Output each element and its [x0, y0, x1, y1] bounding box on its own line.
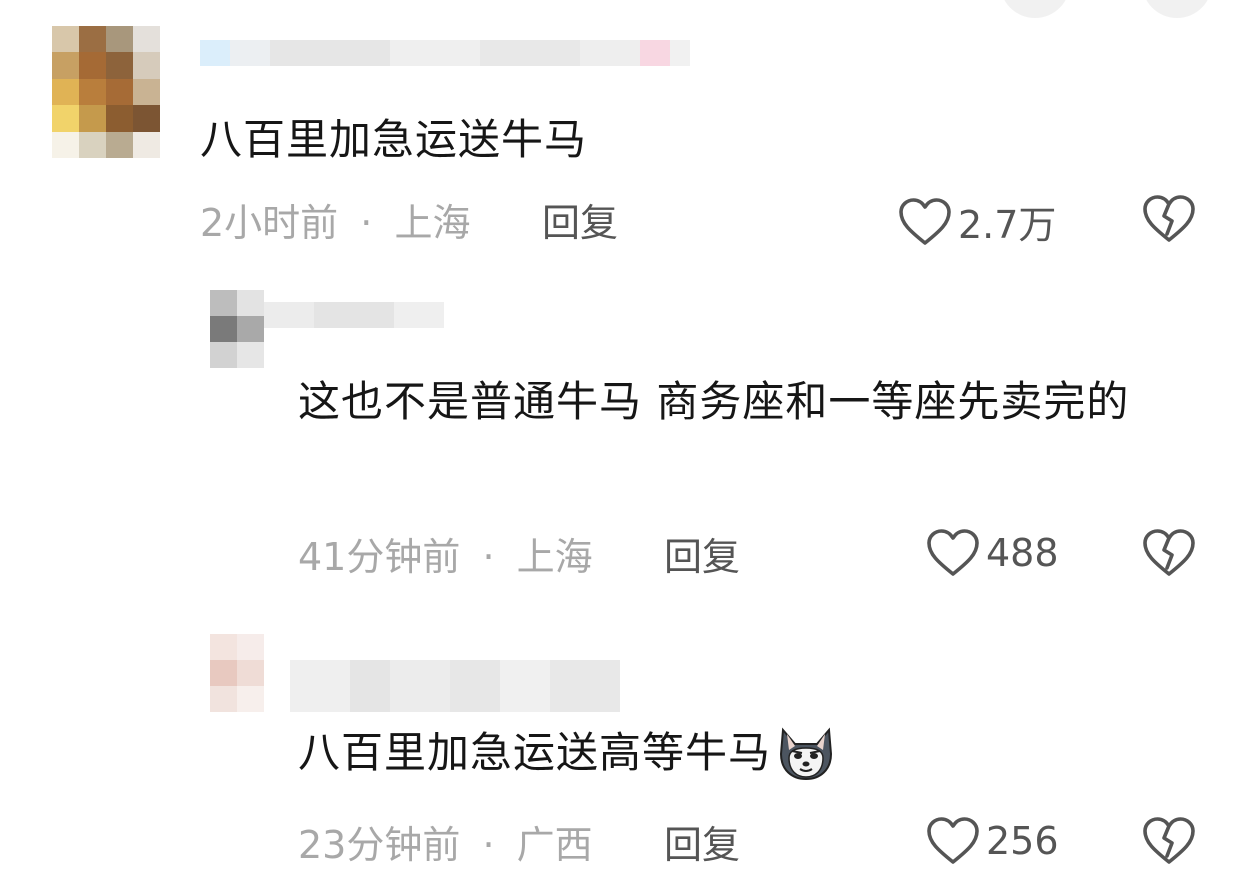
comment-meta: 2小时前 · 上海 — [200, 192, 470, 247]
comment-time: 23分钟前 — [298, 823, 461, 867]
comment-meta: 41分钟前 · 上海 — [298, 526, 593, 581]
broken-heart-icon[interactable] — [1142, 194, 1196, 244]
like-count: 2.7万 — [958, 203, 1057, 247]
reply-button[interactable]: 回复 — [664, 814, 740, 869]
reply-button[interactable]: 回复 — [664, 526, 740, 581]
meta-separator: · — [482, 823, 495, 867]
comment-location: 广西 — [516, 823, 593, 867]
comment-text: 八百里加急运送牛马 — [200, 115, 588, 164]
heart-outline-icon — [926, 816, 980, 866]
comment-location: 上海 — [394, 201, 471, 245]
comment-item: 八百里加急运送牛马 2小时前 · 上海 回复 2.7万 — [0, 0, 1260, 270]
comment-text: 这也不是普通牛马 商务座和一等座先卖完的 — [298, 377, 1130, 426]
comment-time: 2小时前 — [200, 201, 339, 245]
meta-separator: · — [482, 535, 495, 579]
comment-text-row: 八百里加急运送高等牛马 — [298, 724, 837, 782]
reply-button[interactable]: 回复 — [542, 192, 618, 247]
username-blurred[interactable] — [290, 660, 620, 712]
avatar[interactable] — [210, 290, 264, 368]
comment-time: 41分钟前 — [298, 535, 461, 579]
username-blurred[interactable] — [264, 302, 444, 328]
like-count: 488 — [986, 531, 1059, 575]
avatar[interactable] — [210, 634, 264, 712]
wolf-dog-face-icon — [775, 724, 837, 782]
broken-heart-icon[interactable] — [1142, 528, 1196, 578]
like-button[interactable]: 256 — [926, 816, 1059, 866]
comment-meta: 23分钟前 · 广西 — [298, 814, 593, 869]
comment-text: 八百里加急运送高等牛马 — [298, 728, 772, 777]
avatar[interactable] — [52, 26, 160, 158]
comment-item: 这也不是普通牛马 商务座和一等座先卖完的 41分钟前 · 上海 回复 488 — [0, 280, 1260, 600]
comment-location: 上海 — [516, 535, 593, 579]
meta-separator: · — [360, 201, 373, 245]
like-button[interactable]: 488 — [926, 528, 1059, 578]
like-button[interactable]: 2.7万 — [898, 194, 1056, 249]
username-blurred[interactable] — [200, 40, 690, 66]
comment-item: 八百里加急运送高等牛马 23分钟前 · 广西 回复 256 — [0, 620, 1260, 891]
heart-outline-icon — [926, 528, 980, 578]
broken-heart-icon[interactable] — [1142, 816, 1196, 866]
heart-outline-icon — [898, 197, 952, 247]
like-count: 256 — [986, 819, 1059, 863]
